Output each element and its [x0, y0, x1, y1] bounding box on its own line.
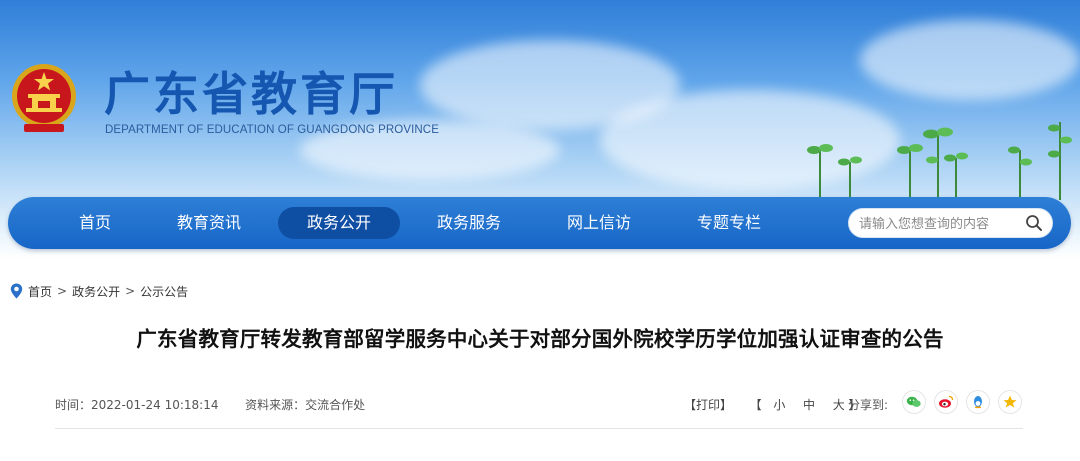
breadcrumb-separator: >	[125, 284, 136, 298]
national-emblem-icon	[12, 64, 76, 132]
breadcrumb-home[interactable]: 首页	[28, 283, 52, 300]
article-meta: 时间：2022-01-24 10:18:14 资料来源：交流合作处	[55, 396, 365, 413]
share-qzone-button[interactable]	[998, 390, 1022, 414]
site-subtitle: DEPARTMENT OF EDUCATION OF GUANGDONG PRO…	[105, 124, 439, 136]
breadcrumb-announcements[interactable]: 公示公告	[140, 283, 188, 300]
breadcrumb: 首页 > 政务公开 > 公示公告	[10, 282, 188, 300]
print-button[interactable]: 【打印】	[684, 398, 732, 412]
share-qq-button[interactable]	[966, 390, 990, 414]
divider	[55, 428, 1023, 429]
nav-item-online-petition[interactable]: 网上信访	[558, 207, 640, 239]
qzone-icon	[998, 390, 1022, 414]
decorative-plants	[807, 122, 1072, 200]
nav-item-education-news[interactable]: 教育资讯	[168, 207, 250, 239]
source-value: 交流合作处	[305, 398, 366, 412]
nav-item-home[interactable]: 首页	[62, 207, 128, 239]
wechat-icon	[902, 390, 926, 414]
share-label: 分享到:	[848, 398, 889, 412]
nav-item-government-services[interactable]: 政务服务	[428, 207, 510, 239]
share-wechat-button[interactable]	[902, 390, 926, 414]
qq-icon	[966, 390, 990, 414]
site-title: 广东省教育厅	[104, 67, 398, 121]
article-title: 广东省教育厅转发教育部留学服务中心关于对部分国外院校学历学位加强认证审查的公告	[136, 327, 944, 351]
search-input[interactable]	[859, 214, 1024, 234]
location-pin-icon	[10, 283, 23, 299]
search-box	[848, 208, 1053, 238]
font-size-medium[interactable]: 中	[803, 398, 815, 412]
font-size-bracket-open: 【	[749, 398, 762, 412]
share-weibo-button[interactable]	[934, 390, 958, 414]
breadcrumb-government-affairs[interactable]: 政务公开	[72, 283, 120, 300]
breadcrumb-separator: >	[57, 284, 68, 298]
time-label: 时间：	[55, 398, 92, 412]
font-size-small[interactable]: 小	[773, 398, 785, 412]
source-label: 资料来源：	[245, 398, 306, 412]
search-icon[interactable]	[1024, 213, 1044, 233]
publish-time: 2022-01-24 10:18:14	[91, 398, 219, 412]
nav-item-special-topics[interactable]: 专题专栏	[688, 207, 770, 239]
nav-item-government-affairs-open[interactable]: 政务公开	[278, 207, 400, 239]
weibo-icon	[934, 390, 958, 414]
article-tools: 【打印】 【 小 中 大 】	[684, 396, 861, 413]
page: 广东省教育厅 DEPARTMENT OF EDUCATION OF GUANGD…	[0, 0, 1080, 461]
font-size-large[interactable]: 大	[833, 398, 845, 412]
